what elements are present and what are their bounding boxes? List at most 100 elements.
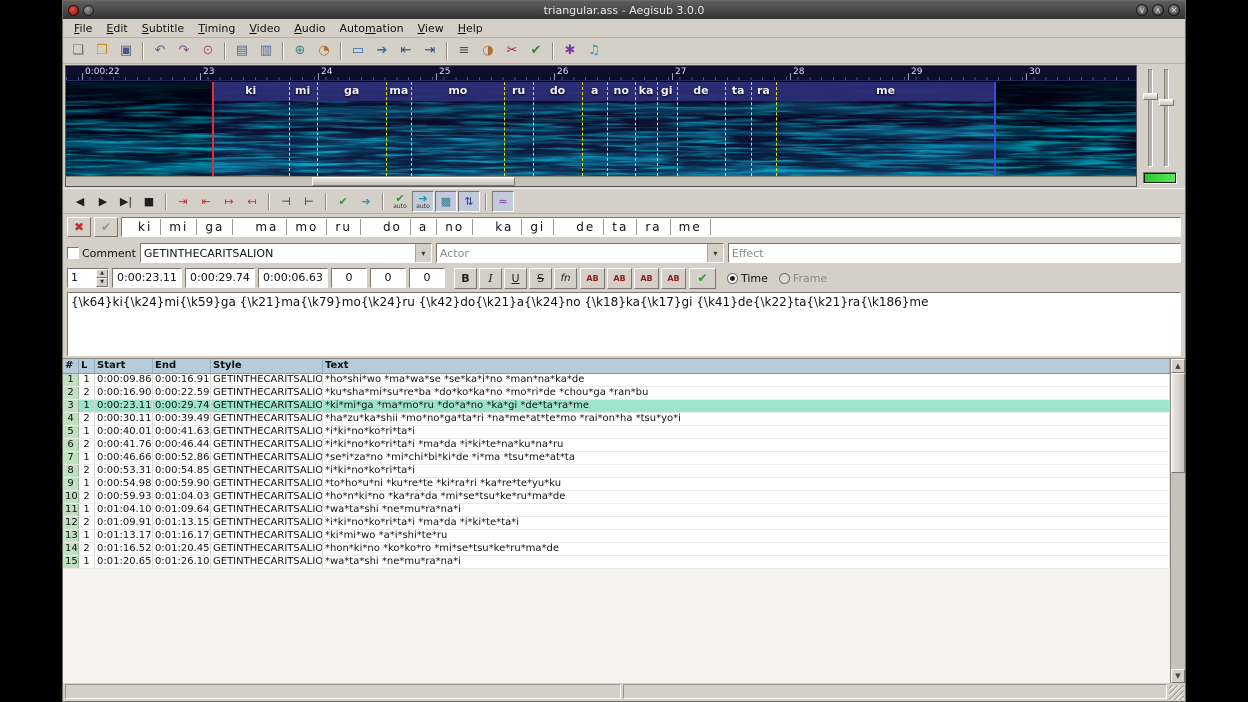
spin-up-icon[interactable]: ▲ (96, 269, 108, 278)
shift-times-icon[interactable]: ◔ (313, 40, 335, 62)
row-number[interactable]: 4 (63, 413, 79, 425)
syllable-boundary-line[interactable] (657, 82, 658, 176)
row-number[interactable]: 15 (63, 556, 79, 568)
vertical-zoom-slider[interactable] (1164, 69, 1169, 167)
auto-commit-toggle[interactable]: ✔auto (389, 191, 411, 212)
grid-scrollbar-thumb[interactable] (1171, 373, 1185, 473)
syllable-label[interactable]: no (614, 84, 629, 97)
end-time-input[interactable]: 0:00:29.74 (185, 268, 255, 288)
row-layer[interactable]: 1 (79, 556, 95, 568)
row-end[interactable]: 0:00:22.59 (153, 387, 211, 399)
snap-end-icon[interactable]: ⇥ (419, 40, 441, 62)
grid-header-cell[interactable]: L (79, 359, 95, 373)
syllable-label[interactable]: ma (389, 84, 408, 97)
grid-header-cell[interactable]: Start (95, 359, 153, 373)
row-start[interactable]: 0:00:54.98 (95, 478, 153, 490)
margin-left-input[interactable]: 0 (331, 268, 367, 288)
karaoke-mode-toggle[interactable]: ≈ (492, 191, 514, 212)
grid-header-cell[interactable]: Text (323, 359, 1170, 373)
row-end[interactable]: 0:00:46.44 (153, 439, 211, 451)
auto-next-toggle[interactable]: ➜auto (412, 191, 434, 212)
lead-in-button[interactable]: ⊣ (275, 191, 297, 212)
row-style[interactable]: GETINTHECARITSALION (211, 517, 323, 529)
karaoke-syllable[interactable]: ta (604, 219, 637, 235)
scroll-up-icon[interactable]: ▲ (1171, 359, 1185, 373)
row-start[interactable]: 0:01:04.10 (95, 504, 153, 516)
row-number[interactable]: 1 (63, 374, 79, 386)
audio-timeline[interactable]: 0:00:222324252627282930 (66, 66, 1136, 81)
row-start[interactable]: 0:00:40.01 (95, 426, 153, 438)
row-end[interactable]: 0:00:59.90 (153, 478, 211, 490)
table-row[interactable]: 1020:00:59.930:01:04.03GETINTHECARITSALI… (63, 491, 1170, 504)
table-row[interactable]: 1220:01:09.910:01:13.15GETINTHECARITSALI… (63, 517, 1170, 530)
selection-start-marker[interactable] (212, 82, 214, 176)
table-row[interactable]: 620:00:41.760:00:46.44GETINTHECARITSALIO… (63, 439, 1170, 452)
syllable-boundary-line[interactable] (504, 82, 505, 176)
row-layer[interactable]: 2 (79, 439, 95, 451)
syllable-boundary-line[interactable] (725, 82, 726, 176)
horizontal-zoom-slider[interactable] (1148, 69, 1153, 167)
redo-icon[interactable]: ↷ (173, 40, 195, 62)
karaoke-syllable[interactable]: de (568, 219, 604, 235)
syllable-label[interactable]: do (550, 84, 565, 97)
karaoke-syllable[interactable]: ma (247, 219, 287, 235)
syllable-label[interactable]: de (693, 84, 708, 97)
underline-button[interactable]: U (504, 268, 527, 289)
row-style[interactable]: GETINTHECARITSALION (211, 504, 323, 516)
audio-spectrogram-area[interactable]: 0:00:222324252627282930 (65, 65, 1137, 187)
syllable-label[interactable]: ru (512, 84, 525, 97)
row-end[interactable]: 0:01:09.64 (153, 504, 211, 516)
row-end[interactable]: 0:00:29.74 (153, 400, 211, 412)
row-start[interactable]: 0:00:09.86 (95, 374, 153, 386)
primary-color-button[interactable]: AB (580, 268, 605, 289)
window-menu-icon[interactable] (83, 5, 94, 16)
row-start[interactable]: 0:00:16.90 (95, 387, 153, 399)
table-row[interactable]: 110:00:09.860:00:16.91GETINTHECARITSALIO… (63, 374, 1170, 387)
row-text[interactable]: *ho*n*ki*no *ka*ra*da *mi*se*tsu*ke*ru*m… (323, 491, 1170, 503)
layer-spinner[interactable]: 1 ▲ ▼ (67, 268, 109, 288)
row-layer[interactable]: 2 (79, 491, 95, 503)
row-style[interactable]: GETINTHECARITSALION (211, 478, 323, 490)
table-row[interactable]: 910:00:54.980:00:59.90GETINTHECARITSALIO… (63, 478, 1170, 491)
play-last-500ms-button[interactable]: ↤ (241, 191, 263, 212)
row-start[interactable]: 0:01:16.52 (95, 543, 153, 555)
table-row[interactable]: 510:00:40.010:00:41.63GETINTHECARITSALIO… (63, 426, 1170, 439)
audio-scrollbar[interactable] (66, 176, 1136, 186)
grid-header-cell[interactable]: End (153, 359, 211, 373)
prev-line-button[interactable]: ◀ (69, 191, 91, 212)
row-start[interactable]: 0:01:13.17 (95, 530, 153, 542)
menu-audio[interactable]: Audio (287, 20, 332, 37)
syllable-label[interactable]: ga (344, 84, 359, 97)
vertical-zoom-handle[interactable] (1159, 99, 1174, 106)
karaoke-syllable[interactable]: ka (487, 219, 522, 235)
syllable-label[interactable]: mo (448, 84, 467, 97)
row-end[interactable]: 0:01:16.17 (153, 530, 211, 542)
karaoke-syllables[interactable]: kimigamamorudoanokagidetarame (121, 217, 1181, 237)
menu-video[interactable]: Video (242, 20, 287, 37)
italic-button[interactable]: I (479, 268, 502, 289)
row-layer[interactable]: 2 (79, 543, 95, 555)
syllable-boundary-line[interactable] (582, 82, 583, 176)
row-layer[interactable]: 1 (79, 530, 95, 542)
syllable-label[interactable]: me (876, 84, 895, 97)
new-file-icon[interactable]: ❏ (67, 40, 89, 62)
titlebar[interactable]: triangular.ass - Aegisub 3.0.0 ∨∧✕ (63, 1, 1185, 19)
row-end[interactable]: 0:00:52.86 (153, 452, 211, 464)
row-text[interactable]: *to*ho*u*ni *ku*re*te *ki*ra*ri *ka*re*t… (323, 478, 1170, 490)
row-start[interactable]: 0:00:53.31 (95, 465, 153, 477)
scroll-down-icon[interactable]: ▼ (1171, 669, 1185, 683)
selection-region[interactable] (213, 101, 995, 176)
row-number[interactable]: 9 (63, 478, 79, 490)
row-end[interactable]: 0:00:39.49 (153, 413, 211, 425)
audio-scrollbar-thumb[interactable] (312, 177, 515, 186)
margin-right-input[interactable]: 0 (370, 268, 406, 288)
karaoke-syllable[interactable]: mi (161, 219, 197, 235)
row-text[interactable]: *i*ki*no*ko*ri*ta*i *ma*da *i*ki*te*na*k… (323, 439, 1170, 451)
shade-button[interactable]: ∨ (1136, 4, 1148, 16)
spin-down-icon[interactable]: ▼ (96, 278, 108, 287)
strikeout-button[interactable]: S (529, 268, 552, 289)
selection-end-marker[interactable] (994, 82, 996, 176)
row-style[interactable]: GETINTHECARITSALION (211, 556, 323, 568)
row-number[interactable]: 2 (63, 387, 79, 399)
karaoke-syllable[interactable]: ra (637, 219, 670, 235)
